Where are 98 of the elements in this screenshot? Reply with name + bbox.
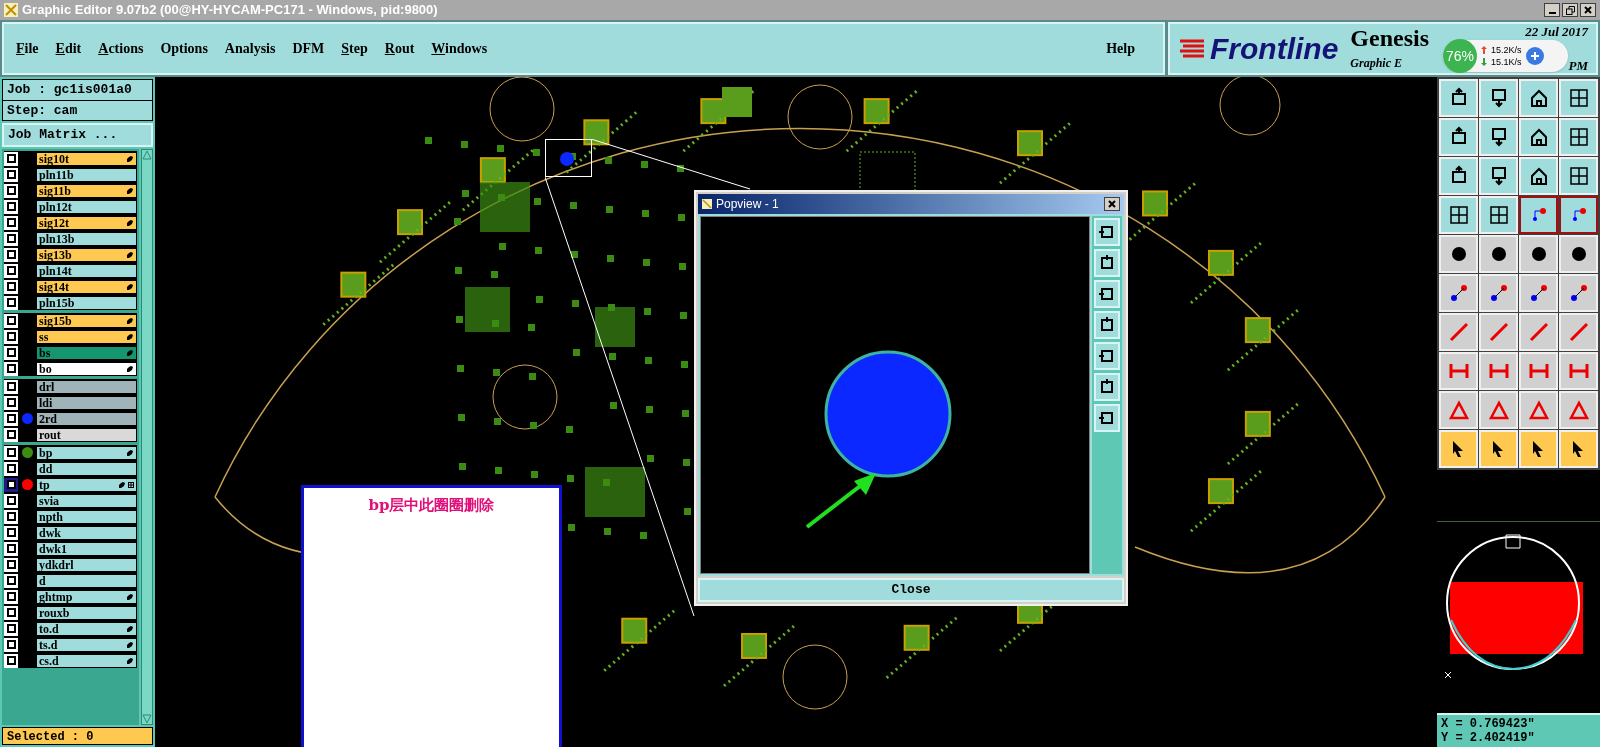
close-button[interactable] <box>1580 3 1596 17</box>
view-tool-button[interactable] <box>1094 218 1120 246</box>
upload-speed: 15.2K/s <box>1481 44 1522 56</box>
popview-close-button[interactable]: Close <box>698 578 1124 602</box>
view-tool-button[interactable] <box>1094 342 1120 370</box>
restore-icon <box>1565 5 1575 15</box>
menu-item[interactable]: Options <box>160 38 208 59</box>
view-tool-button[interactable] <box>1094 404 1120 432</box>
layer-name[interactable]: 2rd <box>36 411 137 426</box>
layer-name[interactable]: svia <box>36 493 137 508</box>
layer-name[interactable]: sig13b <box>36 247 137 262</box>
date-text: 22 Jul 2017 <box>1525 24 1588 39</box>
layer-name[interactable]: cs.d <box>36 653 137 668</box>
view-tool-button[interactable] <box>1094 249 1120 277</box>
layer-name[interactable]: bs <box>36 345 137 360</box>
down-arrow-icon <box>1481 58 1487 66</box>
minimize-button[interactable] <box>1544 3 1560 17</box>
up-arrow-icon <box>1481 46 1487 54</box>
layer-name[interactable]: ldi <box>36 395 137 410</box>
job-matrix-button[interactable]: Job Matrix ... <box>2 123 153 147</box>
menu-item[interactable]: DFM <box>292 38 325 59</box>
hand-icon <box>118 480 126 489</box>
layer-name[interactable]: rout <box>36 427 137 442</box>
layer-name[interactable]: drl <box>36 379 137 394</box>
app-icon <box>702 199 712 209</box>
plus-box-icon <box>128 481 134 488</box>
view-tool-button[interactable] <box>1094 280 1120 308</box>
cpu-percent-badge: 76% <box>1443 39 1477 73</box>
tool-icon <box>1526 398 1551 422</box>
frame-icon <box>1099 379 1115 395</box>
hand-icon <box>126 186 134 195</box>
frontline-logo: Frontline <box>1210 33 1339 64</box>
layer-name[interactable]: sig11b <box>36 183 137 198</box>
view-tool-button[interactable] <box>1094 311 1120 339</box>
tool-icon <box>1486 398 1511 422</box>
menu-item[interactable]: Step <box>341 38 368 59</box>
frame-icon <box>1099 286 1115 302</box>
layer-name[interactable]: ss <box>36 329 137 344</box>
layer-name[interactable]: bo <box>36 361 137 376</box>
layer-name[interactable]: pln14t <box>36 263 137 278</box>
close-icon <box>1584 6 1592 14</box>
view-tool-button[interactable] <box>1094 373 1120 401</box>
speed-lines-icon <box>1178 37 1206 60</box>
layer-name[interactable]: sig14t <box>36 279 137 294</box>
menu-item[interactable]: Analysis <box>224 38 276 59</box>
hand-icon <box>126 218 134 227</box>
layer-name[interactable]: rouxb <box>36 605 137 620</box>
restore-button[interactable] <box>1562 3 1578 17</box>
tool-icon <box>1566 398 1591 422</box>
menu-item[interactable]: Actions <box>98 38 144 59</box>
layer-name[interactable]: d <box>36 573 137 588</box>
app-icon <box>4 3 18 17</box>
menu-item[interactable]: Rout <box>384 38 415 59</box>
tool-icon <box>1446 398 1471 422</box>
hand-icon <box>126 154 134 163</box>
zoom-region-drawing <box>545 139 593 178</box>
product-name: Genesis <box>1350 25 1429 50</box>
layer-name[interactable]: dwk <box>36 525 137 540</box>
note-text: bp层中此圈圈删除 <box>368 495 495 516</box>
minimize-icon <box>1548 12 1556 14</box>
layer-name[interactable]: pln12t <box>36 199 137 214</box>
layer-name[interactable]: dd <box>36 461 137 476</box>
close-icon <box>1108 200 1116 208</box>
window-title: Graphic Editor 9.07b2 (00@HY-HYCAM-PC171 - Windows, pid:9800) <box>22 1 439 20</box>
hand-icon <box>126 282 134 291</box>
layer-name[interactable]: sig10t <box>36 151 137 166</box>
download-speed: 15.1K/s <box>1481 56 1522 68</box>
help-menu-item[interactable]: Help <box>1106 38 1135 59</box>
frame-icon <box>1099 348 1115 364</box>
layer-name[interactable]: pln11b <box>36 167 137 182</box>
layer-name[interactable]: pln15b <box>36 295 137 310</box>
popview-title: Popview - 1 <box>716 196 780 213</box>
hand-icon <box>126 448 134 457</box>
layer-name[interactable]: npth <box>36 509 137 524</box>
layer-name[interactable]: pln13b <box>36 231 137 246</box>
step-name: Step: cam <box>6 101 79 120</box>
hand-icon <box>126 250 134 259</box>
layer-name[interactable]: dwk1 <box>36 541 137 556</box>
menu-item[interactable]: Edit <box>55 38 82 59</box>
job-name: Job : gc1is001a0 <box>3 80 152 101</box>
close-button[interactable] <box>1104 197 1120 211</box>
hand-icon <box>126 592 134 601</box>
y-coordinate: Y = 2.402419" <box>1441 731 1536 745</box>
frame-icon <box>1099 410 1115 426</box>
product-subtitle: Graphic E <box>1350 54 1403 72</box>
selected-count: Selected : 0 <box>2 727 153 745</box>
frame-icon <box>1099 224 1115 240</box>
menu-item[interactable]: File <box>16 38 39 59</box>
frame-icon <box>1099 317 1115 333</box>
layer-name[interactable]: sig12t <box>36 215 137 230</box>
layer-name[interactable]: ydkdrl <box>36 557 137 572</box>
layer-name[interactable]: to.d <box>36 621 137 636</box>
menu-item[interactable]: Windows <box>431 38 488 59</box>
x-coordinate: X = 0.769423" <box>1441 717 1536 731</box>
time-text: PM <box>1568 58 1588 73</box>
layer-name[interactable]: sig15b <box>36 313 137 328</box>
layer-name[interactable]: ts.d <box>36 637 137 652</box>
frame-icon <box>1099 255 1115 271</box>
